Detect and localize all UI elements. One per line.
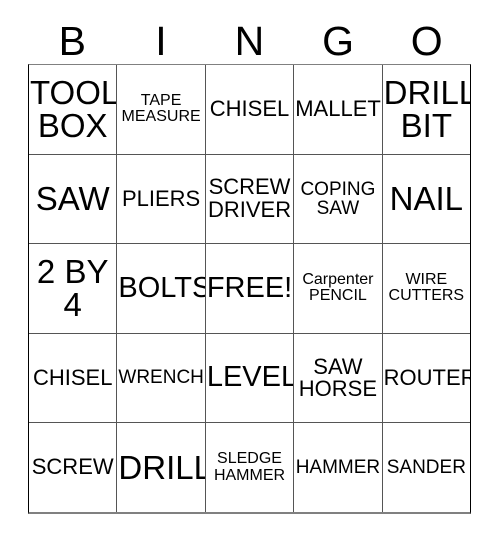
header-letter-o: O — [410, 17, 443, 64]
bingo-cell-label: WRENCH — [118, 367, 204, 389]
header-letter-b: B — [58, 17, 86, 64]
bingo-row: SAW PLIERS SCREW DRIVER COPING SAW NAIL — [29, 153, 470, 244]
bingo-cell-g1[interactable]: MALLET — [293, 65, 381, 154]
bingo-cell-i2[interactable]: PLIERS — [116, 154, 204, 244]
bingo-cell-label: TOOL BOX — [30, 73, 117, 145]
bingo-cell-label: SCREW — [31, 454, 114, 480]
bingo-cell-label: HAMMER — [295, 456, 381, 478]
header-letter-g: G — [322, 17, 355, 64]
bingo-cell-label: WIRE CUTTERS — [388, 271, 465, 305]
bingo-cell-label: CHISEL — [209, 96, 290, 122]
bingo-cell-label: NAIL — [389, 180, 464, 218]
bingo-cell-label: BOLTS — [118, 271, 205, 304]
bingo-cell-g4[interactable]: SAW HORSE — [293, 333, 381, 423]
bingo-cell-label: MALLET — [295, 96, 381, 122]
bingo-cell-label: DRILL BIT — [383, 73, 471, 145]
bingo-grid: TOOL BOX TAPE MEASURE CHISEL MALLET DRIL… — [28, 64, 471, 514]
bingo-cell-i5[interactable]: DRILL — [116, 423, 205, 512]
bingo-cell-b1[interactable]: TOOL BOX — [29, 65, 116, 154]
bingo-cell-n2[interactable]: SCREW DRIVER — [204, 154, 293, 244]
bingo-cell-label: LEVEL — [206, 361, 294, 394]
bingo-cell-label: CHISEL — [32, 364, 113, 390]
bingo-cell-label: SLEDGE HAMMER — [213, 450, 286, 484]
bingo-cell-n5[interactable]: SLEDGE HAMMER — [204, 423, 293, 512]
bingo-cell-b5[interactable]: SCREW — [29, 423, 116, 512]
bingo-cell-label: Carpenter PENCIL — [302, 271, 374, 305]
bingo-card: B I N G O TOOL BOX TAPE MEASURE CHISEL M… — [0, 0, 500, 544]
bingo-cell-free-space[interactable]: FREE! — [204, 244, 293, 333]
bingo-cell-g5[interactable]: HAMMER — [293, 423, 381, 512]
header-letter-i: I — [155, 17, 167, 64]
bingo-cell-n4[interactable]: LEVEL — [204, 333, 294, 423]
bingo-cell-b4[interactable]: CHISEL — [29, 334, 116, 423]
header-letter-n: N — [234, 17, 265, 64]
bingo-row: SCREW DRILL SLEDGE HAMMER HAMMER SANDER — [29, 422, 470, 512]
bingo-cell-label: SAW — [35, 180, 110, 218]
bingo-header: B I N G O — [28, 18, 471, 64]
bingo-cell-label: DRILL — [118, 448, 205, 486]
bingo-cell-b2[interactable]: SAW — [29, 155, 116, 244]
bingo-cell-label: SAW HORSE — [298, 353, 378, 402]
bingo-cell-label: TAPE MEASURE — [121, 91, 201, 126]
bingo-cell-label: 2 BY 4 — [36, 252, 109, 324]
bingo-cell-i3[interactable]: BOLTS — [116, 244, 205, 333]
bingo-row: CHISEL WRENCH LEVEL SAW HORSE ROUTER — [29, 332, 471, 423]
bingo-cell-b3[interactable]: 2 BY 4 — [29, 244, 116, 333]
bingo-cell-label: ROUTER — [383, 364, 471, 390]
bingo-cell-o4[interactable]: ROUTER — [381, 333, 471, 423]
bingo-cell-i4[interactable]: WRENCH — [116, 333, 204, 423]
bingo-cell-g3[interactable]: Carpenter PENCIL — [293, 244, 381, 333]
bingo-cell-o2[interactable]: NAIL — [381, 154, 470, 244]
bingo-cell-i1[interactable]: TAPE MEASURE — [116, 65, 204, 154]
bingo-row: TOOL BOX TAPE MEASURE CHISEL MALLET DRIL… — [29, 65, 470, 154]
bingo-cell-label: PLIERS — [121, 185, 201, 211]
bingo-cell-o1[interactable]: DRILL BIT — [381, 65, 471, 154]
bingo-cell-label: SCREW DRIVER — [207, 174, 292, 222]
bingo-cell-g2[interactable]: COPING SAW — [293, 154, 381, 244]
bingo-cell-n1[interactable]: CHISEL — [204, 65, 293, 154]
bingo-cell-label: FREE! — [206, 271, 293, 304]
bingo-cell-label: COPING SAW — [300, 178, 376, 219]
bingo-row: 2 BY 4 BOLTS FREE! Carpenter PENCIL WIRE… — [29, 243, 470, 333]
bingo-cell-o3[interactable]: WIRE CUTTERS — [381, 244, 470, 333]
bingo-cell-o5[interactable]: SANDER — [381, 423, 470, 512]
bingo-cell-label: SANDER — [386, 456, 466, 478]
